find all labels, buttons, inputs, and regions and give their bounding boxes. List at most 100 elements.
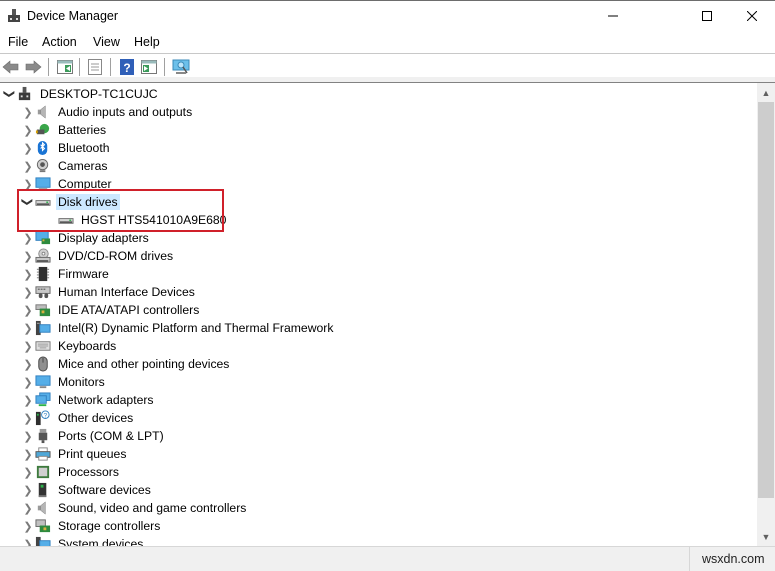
disk-drive-icon (58, 218, 74, 224)
show-hide-action-pane-button[interactable] (140, 58, 158, 76)
expand-chevron-right-icon[interactable]: ❯ (21, 319, 35, 337)
tree-item-system-devices[interactable]: ❯ System devices (21, 535, 145, 546)
tree-item-cameras[interactable]: ❯ Cameras (21, 157, 109, 175)
maximize-button[interactable] (684, 1, 730, 31)
tree-item-label: Computer (58, 177, 112, 191)
scrollbar-thumb[interactable] (758, 102, 774, 498)
tree-item-label: Monitors (58, 375, 105, 389)
show-hide-console-tree-button[interactable] (56, 58, 74, 76)
tree-item-label: Cameras (58, 159, 108, 173)
expand-chevron-right-icon[interactable]: ❯ (21, 139, 35, 157)
expand-chevron-right-icon[interactable]: ❯ (21, 175, 35, 193)
toolbar-separator (164, 58, 165, 76)
menu-action[interactable]: Action (42, 35, 77, 49)
expand-chevron-right-icon[interactable]: ❯ (21, 535, 35, 547)
tree-item-batteries[interactable]: ❯ Batteries (21, 121, 108, 139)
tree-root-computer[interactable]: ❯ DESKTOP-TC1CUJC (3, 85, 160, 103)
expand-chevron-right-icon[interactable]: ❯ (21, 499, 35, 517)
tree-item-computer[interactable]: ❯ Computer (21, 175, 114, 193)
tree-item-label: DESKTOP-TC1CUJC (40, 87, 158, 101)
minimize-button[interactable] (590, 1, 636, 31)
scan-hardware-button[interactable] (172, 58, 190, 76)
expand-chevron-right-icon[interactable]: ❯ (21, 157, 35, 175)
tree-item-audio-inputs-and-outputs[interactable]: ❯ Audio inputs and outputs (21, 103, 194, 121)
status-bar: wsxdn.com (0, 546, 775, 571)
ide-controller-icon (35, 304, 51, 317)
tree-item-storage-controllers[interactable]: ❯ Storage controllers (21, 517, 162, 535)
properties-button[interactable] (86, 58, 104, 76)
tree-item-label: Storage controllers (58, 519, 161, 533)
maximize-icon (702, 11, 712, 21)
tree-item-label: DVD/CD-ROM drives (58, 249, 174, 263)
tree-item-label: Sound, video and game controllers (58, 501, 247, 515)
expand-chevron-right-icon[interactable]: ❯ (21, 103, 35, 121)
close-icon (747, 11, 757, 21)
expand-chevron-right-icon[interactable]: ❯ (21, 391, 35, 409)
tree-item-firmware[interactable]: ❯ Firmware (21, 265, 111, 283)
close-button[interactable] (729, 1, 775, 31)
menu-file[interactable]: File (8, 35, 28, 49)
computer-root-icon (18, 86, 31, 101)
tree-item-other-devices[interactable]: ❯? Other devices (21, 409, 135, 427)
tree-item-print-queues[interactable]: ❯ Print queues (21, 445, 128, 463)
tree-item-ide-ata-atapi-controllers[interactable]: ❯ IDE ATA/ATAPI controllers (21, 301, 201, 319)
menu-view[interactable]: View (93, 35, 120, 49)
scroll-up-button[interactable]: ▲ (757, 84, 775, 101)
speaker-icon (37, 501, 46, 515)
tree-item-sound-video-and-game-controllers[interactable]: ❯ Sound, video and game controllers (21, 499, 248, 517)
tree-item-intel-r-dynamic-platform-and-thermal-framework[interactable]: ❯ Intel(R) Dynamic Platform and Thermal F… (21, 319, 335, 337)
computer-icon (35, 177, 51, 191)
intel-framework-icon (35, 320, 51, 336)
tree-item-ports-com-lpt[interactable]: ❯ Ports (COM & LPT) (21, 427, 166, 445)
expand-chevron-right-icon[interactable]: ❯ (21, 463, 35, 481)
help-button[interactable]: ? (118, 58, 136, 76)
tree-item-label: Display adapters (58, 231, 149, 245)
expand-chevron-right-icon[interactable]: ❯ (21, 481, 35, 499)
device-manager-app-icon (8, 9, 20, 22)
expand-chevron-right-icon[interactable]: ❯ (21, 409, 35, 427)
window-title: Device Manager (27, 9, 119, 23)
arrow-left-icon (2, 60, 19, 74)
menu-help[interactable]: Help (134, 35, 160, 49)
expand-chevron-right-icon[interactable]: ❯ (21, 121, 35, 139)
tree-item-disk-drives[interactable]: ❯ Disk drives (21, 193, 120, 211)
battery-icon (35, 123, 50, 135)
expand-chevron-right-icon[interactable]: ❯ (21, 373, 35, 391)
tree-item-display-adapters[interactable]: ❯ Display adapters (21, 229, 151, 247)
mouse-icon (38, 356, 48, 372)
tree-item-bluetooth[interactable]: ❯ Bluetooth (21, 139, 112, 157)
tree-item-device[interactable]: HGST HTS541010A9E680 (44, 211, 228, 229)
tree-item-keyboards[interactable]: ❯ Keyboards (21, 337, 118, 355)
bluetooth-icon (37, 140, 48, 156)
tree-item-monitors[interactable]: ❯ Monitors (21, 373, 107, 391)
hid-icon (35, 286, 51, 299)
monitor-scan-icon (172, 59, 190, 74)
tree-item-human-interface-devices[interactable]: ❯ Human Interface Devices (21, 283, 197, 301)
printer-icon (35, 447, 51, 461)
tree-item-label: Network adapters (58, 393, 154, 407)
expand-chevron-right-icon[interactable]: ❯ (21, 517, 35, 535)
tree-item-software-devices[interactable]: ❯ Software devices (21, 481, 153, 499)
svg-text:?: ? (123, 61, 130, 75)
expand-chevron-right-icon[interactable]: ❯ (21, 265, 35, 283)
expand-chevron-right-icon[interactable]: ❯ (21, 247, 35, 265)
forward-button[interactable] (24, 58, 42, 76)
expand-chevron-right-icon[interactable]: ❯ (21, 283, 35, 301)
expand-chevron-right-icon[interactable]: ❯ (21, 337, 35, 355)
tree-item-label: Other devices (58, 411, 134, 425)
chevron-down-icon: ▼ (761, 531, 771, 542)
tree-item-mice-and-other-pointing-devices[interactable]: ❯ Mice and other pointing devices (21, 355, 231, 373)
expand-chevron-right-icon[interactable]: ❯ (21, 445, 35, 463)
scroll-down-button[interactable]: ▼ (757, 528, 775, 545)
expand-chevron-right-icon[interactable]: ❯ (21, 427, 35, 445)
tree-item-network-adapters[interactable]: ❯ Network adapters (21, 391, 156, 409)
expand-chevron-right-icon[interactable]: ❯ (21, 301, 35, 319)
back-button[interactable] (2, 58, 20, 76)
tree-item-dvd-cd-rom-drives[interactable]: ❯ DVD/CD-ROM drives (21, 247, 175, 265)
vertical-scrollbar[interactable]: ▲ ▼ (757, 83, 775, 546)
expand-chevron-right-icon[interactable]: ❯ (21, 229, 35, 247)
tree-item-processors[interactable]: ❯ Processors (21, 463, 121, 481)
tree-item-label: Intel(R) Dynamic Platform and Thermal Fr… (58, 321, 334, 335)
camera-icon (36, 158, 49, 173)
expand-chevron-right-icon[interactable]: ❯ (21, 355, 35, 373)
